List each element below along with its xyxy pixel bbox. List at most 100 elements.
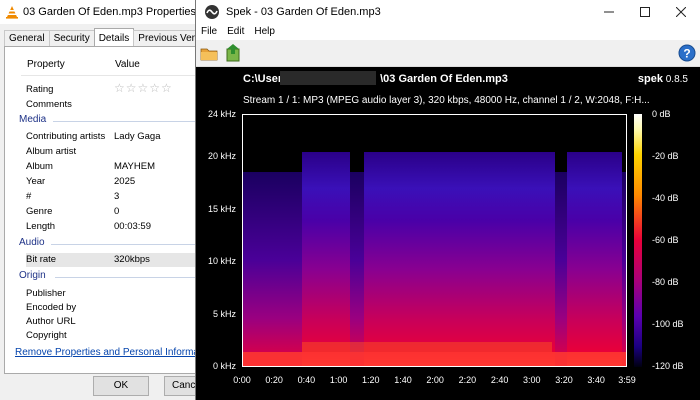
row-key: Encoded by <box>26 302 77 313</box>
row-album-artist[interactable]: Album artist <box>26 145 201 159</box>
freq-label: 5 kHz <box>212 309 236 319</box>
row-encoded-by[interactable]: Encoded by <box>26 301 201 315</box>
color-scale-bar <box>634 114 642 367</box>
row-value: 320kbps <box>114 254 150 265</box>
time-label: 3:40 <box>587 375 605 385</box>
row-contributing-artists[interactable]: Contributing artists Lady Gaga <box>26 130 201 144</box>
time-label: 3:00 <box>523 375 541 385</box>
spek-window: Spek - 03 Garden Of Eden.mp3 File Edit H… <box>195 0 700 400</box>
open-folder-icon[interactable] <box>200 44 218 62</box>
vlc-cone-icon <box>6 6 18 19</box>
toolbar: ? <box>196 40 700 67</box>
row-value: 2025 <box>114 176 136 187</box>
row-genre[interactable]: Genre 0 <box>26 205 201 219</box>
version-number: 0.8.5 <box>665 74 688 85</box>
db-label: 0 dB <box>652 109 671 119</box>
menu-file[interactable]: File <box>196 24 222 40</box>
close-icon <box>676 7 686 17</box>
row-key: Comments <box>26 99 72 110</box>
time-label: 3:59 <box>618 375 636 385</box>
db-label: -120 dB <box>652 361 684 371</box>
section-divider <box>55 277 201 278</box>
freq-label: 0 kHz <box>212 361 236 371</box>
menu-bar: File Edit Help <box>196 24 700 40</box>
menu-edit[interactable]: Edit <box>222 24 249 40</box>
time-label: 0:00 <box>233 375 251 385</box>
row-track-number[interactable]: # 3 <box>26 190 201 204</box>
row-value: 00:03:59 <box>114 221 151 232</box>
properties-tabs: General Security Details Previous Versio… <box>4 28 224 46</box>
spectrogram-canvas: C:\User \03 Garden Of Eden.mp3 spek 0.8.5… <box>196 67 700 400</box>
row-key: Rating <box>26 84 54 95</box>
row-value: MAYHEM <box>114 161 155 172</box>
time-label: 1:00 <box>329 375 348 385</box>
section-origin-label: Origin <box>19 270 46 281</box>
section-divider <box>51 244 201 245</box>
remove-properties-link[interactable]: Remove Properties and Personal Informati… <box>15 347 215 358</box>
row-key: Copyright <box>26 330 67 341</box>
tab-security[interactable]: Security <box>48 30 95 46</box>
row-key: Author URL <box>26 316 76 327</box>
spek-version: spek 0.8.5 <box>638 73 688 85</box>
row-key: Contributing artists <box>26 131 106 142</box>
row-author-url[interactable]: Author URL <box>26 315 201 329</box>
row-key: Genre <box>26 206 53 217</box>
row-year[interactable]: Year 2025 <box>26 175 201 189</box>
time-label: 2:00 <box>426 375 444 385</box>
row-length[interactable]: Length 00:03:59 <box>26 220 201 234</box>
rating-stars[interactable]: ☆☆☆☆☆ <box>114 81 173 95</box>
details-list[interactable]: Property Value Rating ☆☆☆☆☆ Comments Med… <box>15 57 201 387</box>
section-divider <box>53 121 201 122</box>
row-comments[interactable]: Comments <box>26 98 201 112</box>
header-value[interactable]: Value <box>115 59 140 70</box>
ok-button[interactable]: OK <box>93 376 149 396</box>
minimize-button[interactable] <box>592 0 626 24</box>
section-origin: Origin <box>19 270 201 284</box>
spek-title: Spek - 03 Garden Of Eden.mp3 <box>226 6 381 18</box>
spectrogram-plot <box>242 114 627 367</box>
properties-titlebar: 03 Garden Of Eden.mp3 Properties <box>0 0 200 24</box>
help-icon[interactable]: ? <box>678 44 696 62</box>
row-key: Album artist <box>26 146 77 157</box>
time-label: 3:20 <box>555 375 573 385</box>
row-value: Lady Gaga <box>114 131 161 142</box>
header-property[interactable]: Property <box>27 59 65 70</box>
menu-help[interactable]: Help <box>249 24 280 40</box>
section-media-label: Media <box>19 114 47 125</box>
file-path-suffix: \03 Garden Of Eden.mp3 <box>380 73 508 85</box>
tab-general[interactable]: General <box>4 30 50 46</box>
row-key: Year <box>26 176 46 187</box>
file-path-prefix: C:\User <box>243 73 283 85</box>
freq-label: 10 kHz <box>207 256 236 266</box>
section-audio-label: Audio <box>19 237 45 248</box>
freq-label: 15 kHz <box>207 204 236 214</box>
row-bit-rate[interactable]: Bit rate 320kbps <box>26 253 201 267</box>
maximize-button[interactable] <box>628 0 662 24</box>
db-label: -100 dB <box>652 319 684 329</box>
close-button[interactable] <box>664 0 698 24</box>
minimize-icon <box>604 11 614 13</box>
row-publisher[interactable]: Publisher <box>26 287 201 301</box>
row-key: Length <box>26 221 56 232</box>
row-album[interactable]: Album MAYHEM <box>26 160 201 174</box>
details-header: Property Value <box>21 57 201 76</box>
row-rating[interactable]: Rating ☆☆☆☆☆ <box>26 81 201 97</box>
row-copyright[interactable]: Copyright <box>26 329 201 343</box>
stream-info: Stream 1 / 1: MP3 (MPEG audio layer 3), … <box>243 95 650 106</box>
db-label: -60 dB <box>652 235 679 245</box>
time-label: 0:20 <box>265 375 283 385</box>
tab-details[interactable]: Details <box>93 28 135 46</box>
spek-titlebar: Spek - 03 Garden Of Eden.mp3 <box>196 0 700 24</box>
app-name: spek <box>637 73 663 85</box>
db-label: -20 dB <box>652 151 679 161</box>
properties-window: 03 Garden Of Eden.mp3 Properties General… <box>0 0 224 400</box>
freq-label: 24 kHz <box>207 109 236 119</box>
freq-label: 20 kHz <box>207 151 236 161</box>
time-label: 1:20 <box>362 375 380 385</box>
save-icon[interactable] <box>224 43 244 63</box>
time-label: 2:40 <box>490 375 509 385</box>
db-label: -40 dB <box>652 193 679 203</box>
time-label: 1:40 <box>394 375 412 385</box>
row-key: # <box>26 191 32 202</box>
redaction-blur <box>280 71 376 85</box>
